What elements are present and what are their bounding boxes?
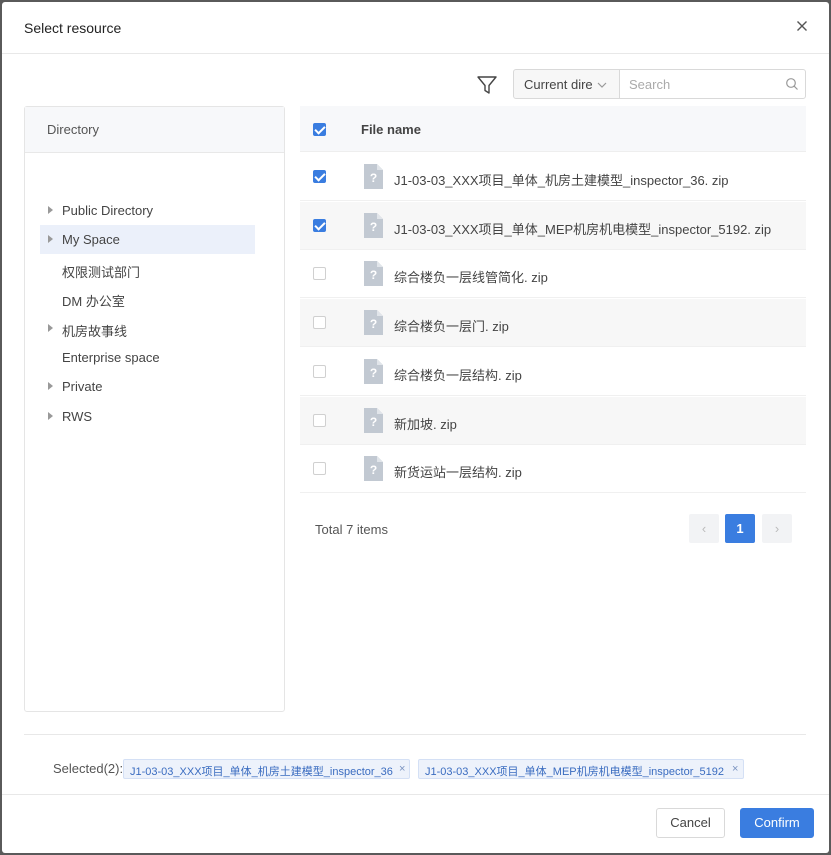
svg-text:?: ? bbox=[370, 171, 377, 185]
filter-icon bbox=[477, 76, 497, 94]
row-checkbox[interactable] bbox=[313, 267, 326, 281]
table-row[interactable]: ? J1-03-03_XXX项目_单体_MEP机房机电模型_inspector_5… bbox=[300, 201, 806, 250]
tree-item-label: DM 办公室 bbox=[62, 294, 125, 310]
selected-tag: J1-03-03_XXX项目_单体_机房土建模型_inspector_36 × bbox=[123, 759, 410, 779]
scope-dropdown-value: Current dire bbox=[524, 77, 593, 92]
caret-right-icon[interactable] bbox=[48, 323, 53, 332]
dialog-header: Select resource bbox=[2, 2, 829, 54]
search-input[interactable] bbox=[620, 70, 780, 98]
unknown-file-icon: ? bbox=[363, 163, 384, 190]
directory-panel: Directory Public Directory My Space 权限测试部门… bbox=[24, 106, 285, 712]
table-row[interactable]: ? 新加坡. zip bbox=[300, 396, 806, 445]
unknown-file-icon: ? bbox=[363, 455, 384, 482]
tree-item[interactable]: Private bbox=[40, 372, 255, 401]
tree-item-label: Public Directory bbox=[62, 203, 154, 218]
row-checkbox[interactable] bbox=[313, 170, 326, 183]
tree-item-label: 机房故事线 bbox=[62, 323, 128, 339]
search-box bbox=[619, 69, 806, 99]
svg-text:?: ? bbox=[370, 415, 377, 429]
scope-dropdown[interactable]: Current dire bbox=[513, 69, 620, 99]
next-page-button[interactable]: › bbox=[762, 514, 792, 543]
unknown-file-icon: ? bbox=[363, 212, 384, 239]
tree-item[interactable]: RWS bbox=[40, 402, 255, 431]
prev-page-button[interactable]: ‹ bbox=[689, 514, 719, 543]
remove-tag-icon[interactable]: × bbox=[399, 763, 405, 775]
unknown-file-icon: ? bbox=[363, 358, 384, 385]
svg-text:?: ? bbox=[370, 463, 377, 477]
row-checkbox[interactable] bbox=[313, 364, 326, 378]
file-table: File name ? J1-03-03_XXX项目_单体_机房土建模型_insp… bbox=[300, 106, 806, 494]
search-icon[interactable] bbox=[785, 77, 799, 91]
caret-right-icon[interactable] bbox=[48, 235, 53, 244]
directory-header: Directory bbox=[25, 107, 284, 153]
svg-text:?: ? bbox=[370, 317, 377, 331]
file-table-header: File name bbox=[300, 106, 806, 152]
tree-item-label: RWS bbox=[62, 408, 93, 424]
caret-right-icon[interactable] bbox=[48, 411, 53, 420]
caret-right-icon[interactable] bbox=[48, 382, 53, 391]
file-name: 新加坡. zip bbox=[394, 416, 457, 432]
selected-count-label: Selected(2): bbox=[53, 761, 124, 776]
row-checkbox[interactable] bbox=[313, 413, 326, 427]
selected-tag-label: J1-03-03_XXX项目_单体_机房土建模型_inspector_36 bbox=[130, 766, 393, 778]
file-name: 新货运站一层结构. zip bbox=[394, 465, 522, 481]
file-name: 综合楼负一层门. zip bbox=[394, 319, 509, 335]
divider bbox=[24, 734, 806, 735]
tree-item[interactable]: My Space bbox=[40, 225, 255, 255]
dialog-title: Select resource bbox=[24, 20, 122, 36]
page-1-button[interactable]: 1 bbox=[725, 514, 755, 543]
tree-item[interactable]: Public Directory bbox=[40, 196, 255, 225]
selected-tag: J1-03-03_XXX项目_单体_MEP机房机电模型_inspector_51… bbox=[418, 759, 744, 779]
row-checkbox[interactable] bbox=[313, 218, 326, 232]
tree-item-label: Private bbox=[62, 379, 103, 395]
svg-text:?: ? bbox=[370, 220, 377, 234]
table-row[interactable]: ? J1-03-03_XXX项目_单体_机房土建模型_inspector_36. … bbox=[300, 153, 806, 201]
tree-item-label: My Space bbox=[62, 232, 120, 248]
svg-text:?: ? bbox=[370, 268, 377, 282]
column-header-file-name: File name bbox=[361, 122, 421, 137]
file-name: 综合楼负一层线管简化. zip bbox=[394, 270, 548, 286]
caret-right-icon[interactable] bbox=[48, 206, 53, 214]
unknown-file-icon: ? bbox=[363, 407, 384, 434]
select-all-checkbox[interactable] bbox=[313, 123, 326, 136]
file-name: J1-03-03_XXX项目_单体_机房土建模型_inspector_36. z… bbox=[394, 173, 729, 188]
file-name: 综合楼负一层结构. zip bbox=[394, 367, 522, 383]
close-icon bbox=[797, 21, 807, 31]
svg-text:?: ? bbox=[370, 366, 377, 380]
footer-divider bbox=[2, 794, 829, 795]
table-row[interactable]: ? 综合楼负一层门. zip bbox=[300, 299, 806, 348]
file-name: J1-03-03_XXX项目_单体_MEP机房机电模型_inspector_51… bbox=[394, 221, 772, 237]
close-button[interactable] bbox=[792, 16, 812, 36]
unknown-file-icon: ? bbox=[363, 309, 384, 336]
remove-tag-icon[interactable]: × bbox=[732, 763, 738, 775]
chevron-down-icon bbox=[597, 82, 607, 88]
selected-tag-label: J1-03-03_XXX项目_单体_MEP机房机电模型_inspector_51… bbox=[425, 766, 724, 778]
tree-item[interactable]: 权限测试部门 bbox=[40, 255, 255, 284]
tree-item[interactable]: 机房故事线 bbox=[40, 314, 255, 343]
tree-item[interactable]: DM 办公室 bbox=[40, 284, 255, 313]
table-row[interactable]: ? 综合楼负一层结构. zip bbox=[300, 348, 806, 396]
unknown-file-icon: ? bbox=[363, 260, 384, 287]
table-row[interactable]: ? 综合楼负一层线管简化. zip bbox=[300, 250, 806, 299]
tree-item-label: 权限测试部门 bbox=[62, 264, 141, 280]
total-items: Total 7 items bbox=[315, 522, 388, 537]
row-checkbox[interactable] bbox=[313, 462, 326, 476]
tree-item[interactable]: Enterprise space bbox=[40, 343, 255, 372]
select-resource-dialog: Select resource Current dire Directory P… bbox=[2, 2, 829, 853]
filter-button[interactable] bbox=[476, 74, 498, 96]
tree-item-label: Enterprise space bbox=[62, 350, 160, 365]
row-checkbox[interactable] bbox=[313, 316, 326, 330]
table-row[interactable]: ? 新货运站一层结构. zip bbox=[300, 445, 806, 494]
confirm-button[interactable]: Confirm bbox=[740, 808, 814, 838]
cancel-button[interactable]: Cancel bbox=[656, 808, 725, 838]
